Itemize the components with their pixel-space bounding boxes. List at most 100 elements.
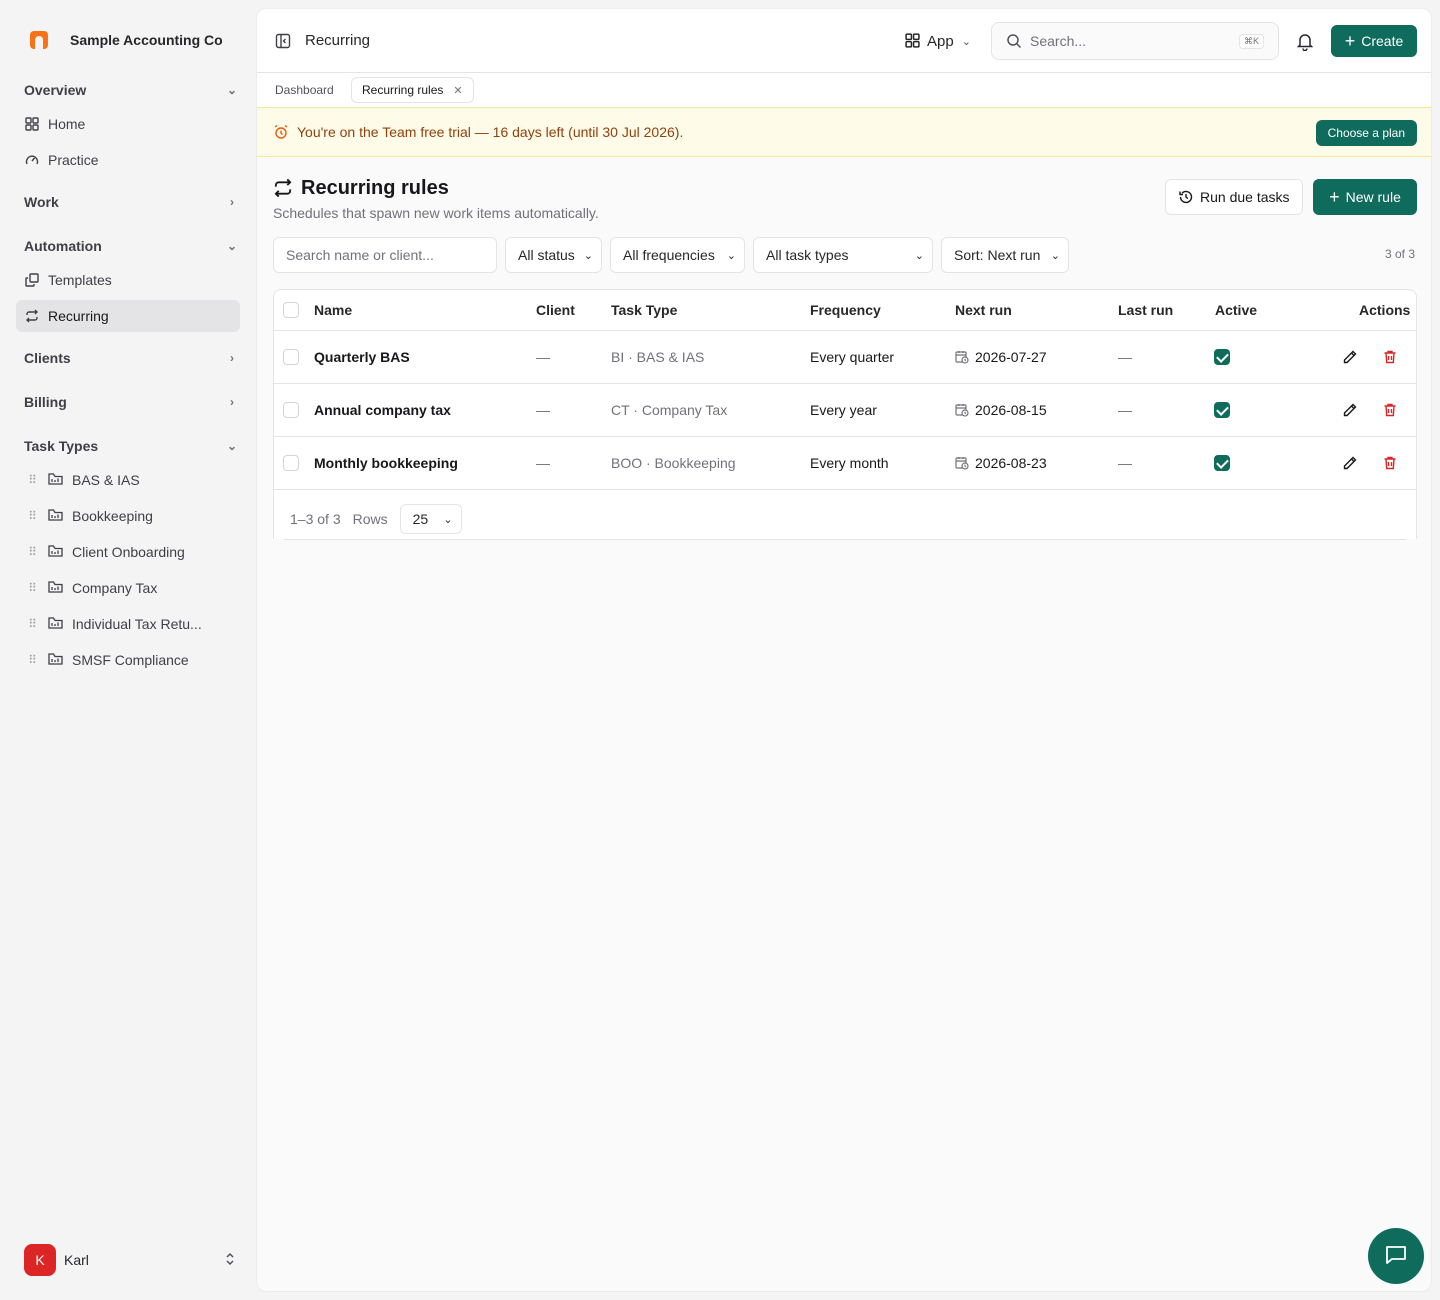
sidebar-toggle-icon[interactable]	[275, 33, 291, 49]
nav-section-billing[interactable]: Billing ›	[24, 390, 240, 414]
tab-dashboard[interactable]: Dashboard	[265, 77, 344, 103]
active-checkbox[interactable]	[1214, 402, 1230, 418]
chevron-down-icon: ⌄	[583, 249, 593, 262]
run-due-tasks-label: Run due tasks	[1200, 189, 1290, 205]
table-row[interactable]: Quarterly BAS — BI · BAS & IAS Every qua…	[274, 331, 1416, 384]
pencil-icon[interactable]	[1342, 349, 1358, 365]
pencil-icon[interactable]	[1342, 455, 1358, 471]
user-menu[interactable]: K Karl	[24, 1244, 240, 1276]
sidebar-item-practice[interactable]: Practice	[16, 144, 240, 176]
sidebar-item-recurring[interactable]: Recurring	[16, 300, 240, 332]
column-header-frequency[interactable]: Frequency	[810, 290, 881, 330]
folder-icon	[48, 652, 64, 668]
active-checkbox[interactable]	[1214, 349, 1230, 365]
column-header-client[interactable]: Client	[536, 290, 575, 330]
chevron-down-icon: ⌄	[914, 249, 924, 262]
filter-search-input[interactable]	[273, 237, 497, 273]
sidebar-item-task-type[interactable]: ⠿ Company Tax	[24, 576, 240, 600]
run-due-tasks-button[interactable]: Run due tasks	[1165, 179, 1303, 215]
sidebar-item-task-type[interactable]: ⠿ BAS & IAS	[24, 468, 240, 492]
column-header-active[interactable]: Active	[1215, 290, 1257, 330]
rule-name[interactable]: Annual company tax	[314, 384, 451, 436]
trash-icon[interactable]	[1382, 349, 1398, 365]
select-all-checkbox[interactable]	[283, 302, 299, 318]
sidebar-item-task-type[interactable]: ⠿ Individual Tax Retu...	[24, 612, 240, 636]
nav-section-automation[interactable]: Automation ⌄	[24, 234, 240, 258]
repeat-icon	[273, 178, 293, 198]
table-row[interactable]: Annual company tax — CT · Company Tax Ev…	[274, 384, 1416, 437]
table-divider	[284, 539, 1406, 540]
frequency-filter[interactable]: All frequencies ⌄	[610, 237, 745, 273]
user-name: Karl	[64, 1252, 89, 1268]
sidebar-item-task-type[interactable]: ⠿ Bookkeeping	[24, 504, 240, 528]
choose-plan-button[interactable]: Choose a plan	[1315, 120, 1417, 146]
nav-section-task-types[interactable]: Task Types ⌄	[24, 434, 240, 458]
row-checkbox[interactable]	[283, 349, 299, 365]
drag-handle-icon[interactable]: ⠿	[24, 581, 40, 595]
folder-icon	[48, 508, 64, 524]
chevron-down-icon: ⌄	[226, 239, 238, 253]
calendar-clock-icon	[955, 403, 969, 417]
task-type-filter-value: All task types	[766, 247, 849, 263]
nav-section-overview[interactable]: Overview ⌄	[24, 78, 240, 102]
status-filter[interactable]: All status ⌄	[505, 237, 602, 273]
sidebar-item-label: Bookkeeping	[72, 508, 153, 524]
org-switcher[interactable]: Sample Accounting Co	[24, 28, 223, 52]
search-input[interactable]	[1030, 33, 1239, 49]
column-header-next-run[interactable]: Next run	[955, 290, 1012, 330]
chevron-down-icon: ⌄	[961, 35, 971, 48]
rows-per-page-select[interactable]: 25 ⌄	[399, 504, 462, 534]
tab-recurring-rules[interactable]: Recurring rules ✕	[351, 77, 474, 103]
rule-client: —	[536, 349, 550, 365]
rule-name[interactable]: Quarterly BAS	[314, 331, 410, 383]
sidebar-item-label: Individual Tax Retu...	[72, 616, 202, 632]
table-row[interactable]: Monthly bookkeeping — BOO · Bookkeeping …	[274, 437, 1416, 490]
drag-handle-icon[interactable]: ⠿	[24, 545, 40, 559]
new-rule-button[interactable]: + New rule	[1313, 179, 1417, 215]
sidebar-item-templates[interactable]: Templates	[16, 264, 240, 296]
nav-section-label: Task Types	[24, 438, 99, 454]
drag-handle-icon[interactable]: ⠿	[24, 473, 40, 487]
drag-handle-icon[interactable]: ⠿	[24, 617, 40, 631]
message-icon	[1383, 1242, 1409, 1271]
column-header-task-type[interactable]: Task Type	[611, 290, 677, 330]
sort-select[interactable]: Sort: Next run ⌄	[941, 237, 1069, 273]
bell-icon[interactable]	[1295, 31, 1315, 52]
rule-next-run: 2026-08-15	[955, 384, 1047, 436]
pencil-icon[interactable]	[1342, 402, 1358, 418]
nav-section-label: Billing	[24, 394, 67, 410]
rule-name[interactable]: Monthly bookkeeping	[314, 437, 458, 489]
column-header-name[interactable]: Name	[314, 290, 352, 330]
pagination-range: 1–3 of 3	[290, 511, 341, 527]
column-header-last-run[interactable]: Last run	[1118, 290, 1173, 330]
drag-handle-icon[interactable]: ⠿	[24, 653, 40, 667]
calendar-clock-icon	[955, 456, 969, 470]
sidebar-item-label: Company Tax	[72, 580, 158, 596]
sidebar-item-home[interactable]: Home	[16, 108, 240, 140]
drag-handle-icon[interactable]: ⠿	[24, 509, 40, 523]
folder-icon	[48, 616, 64, 632]
nav-section-label: Work	[24, 194, 59, 210]
app-switcher[interactable]: App ⌄	[905, 31, 971, 51]
nav-section-clients[interactable]: Clients ›	[24, 346, 240, 370]
chevron-down-icon: ⌄	[226, 83, 238, 97]
row-checkbox[interactable]	[283, 455, 299, 471]
plus-icon: +	[1344, 31, 1356, 51]
folder-icon	[48, 544, 64, 560]
trash-icon[interactable]	[1382, 455, 1398, 471]
sidebar-item-task-type[interactable]: ⠿ SMSF Compliance	[24, 648, 240, 672]
active-checkbox[interactable]	[1214, 455, 1230, 471]
chat-launcher-button[interactable]	[1368, 1228, 1424, 1284]
column-header-actions: Actions	[1359, 302, 1411, 318]
copy-icon	[24, 272, 40, 288]
close-icon[interactable]: ✕	[453, 84, 462, 97]
create-button[interactable]: + Create	[1331, 25, 1417, 57]
global-search[interactable]: ⌘K	[991, 22, 1279, 60]
nav-section-work[interactable]: Work ›	[24, 190, 240, 214]
sidebar-item-task-type[interactable]: ⠿ Client Onboarding	[24, 540, 240, 564]
task-type-filter[interactable]: All task types ⌄	[753, 237, 933, 273]
banner-text: You're on the Team free trial — 16 days …	[297, 124, 684, 140]
trash-icon[interactable]	[1382, 402, 1398, 418]
row-checkbox[interactable]	[283, 402, 299, 418]
topbar: Recurring App ⌄ ⌘K + Create	[257, 9, 1431, 73]
